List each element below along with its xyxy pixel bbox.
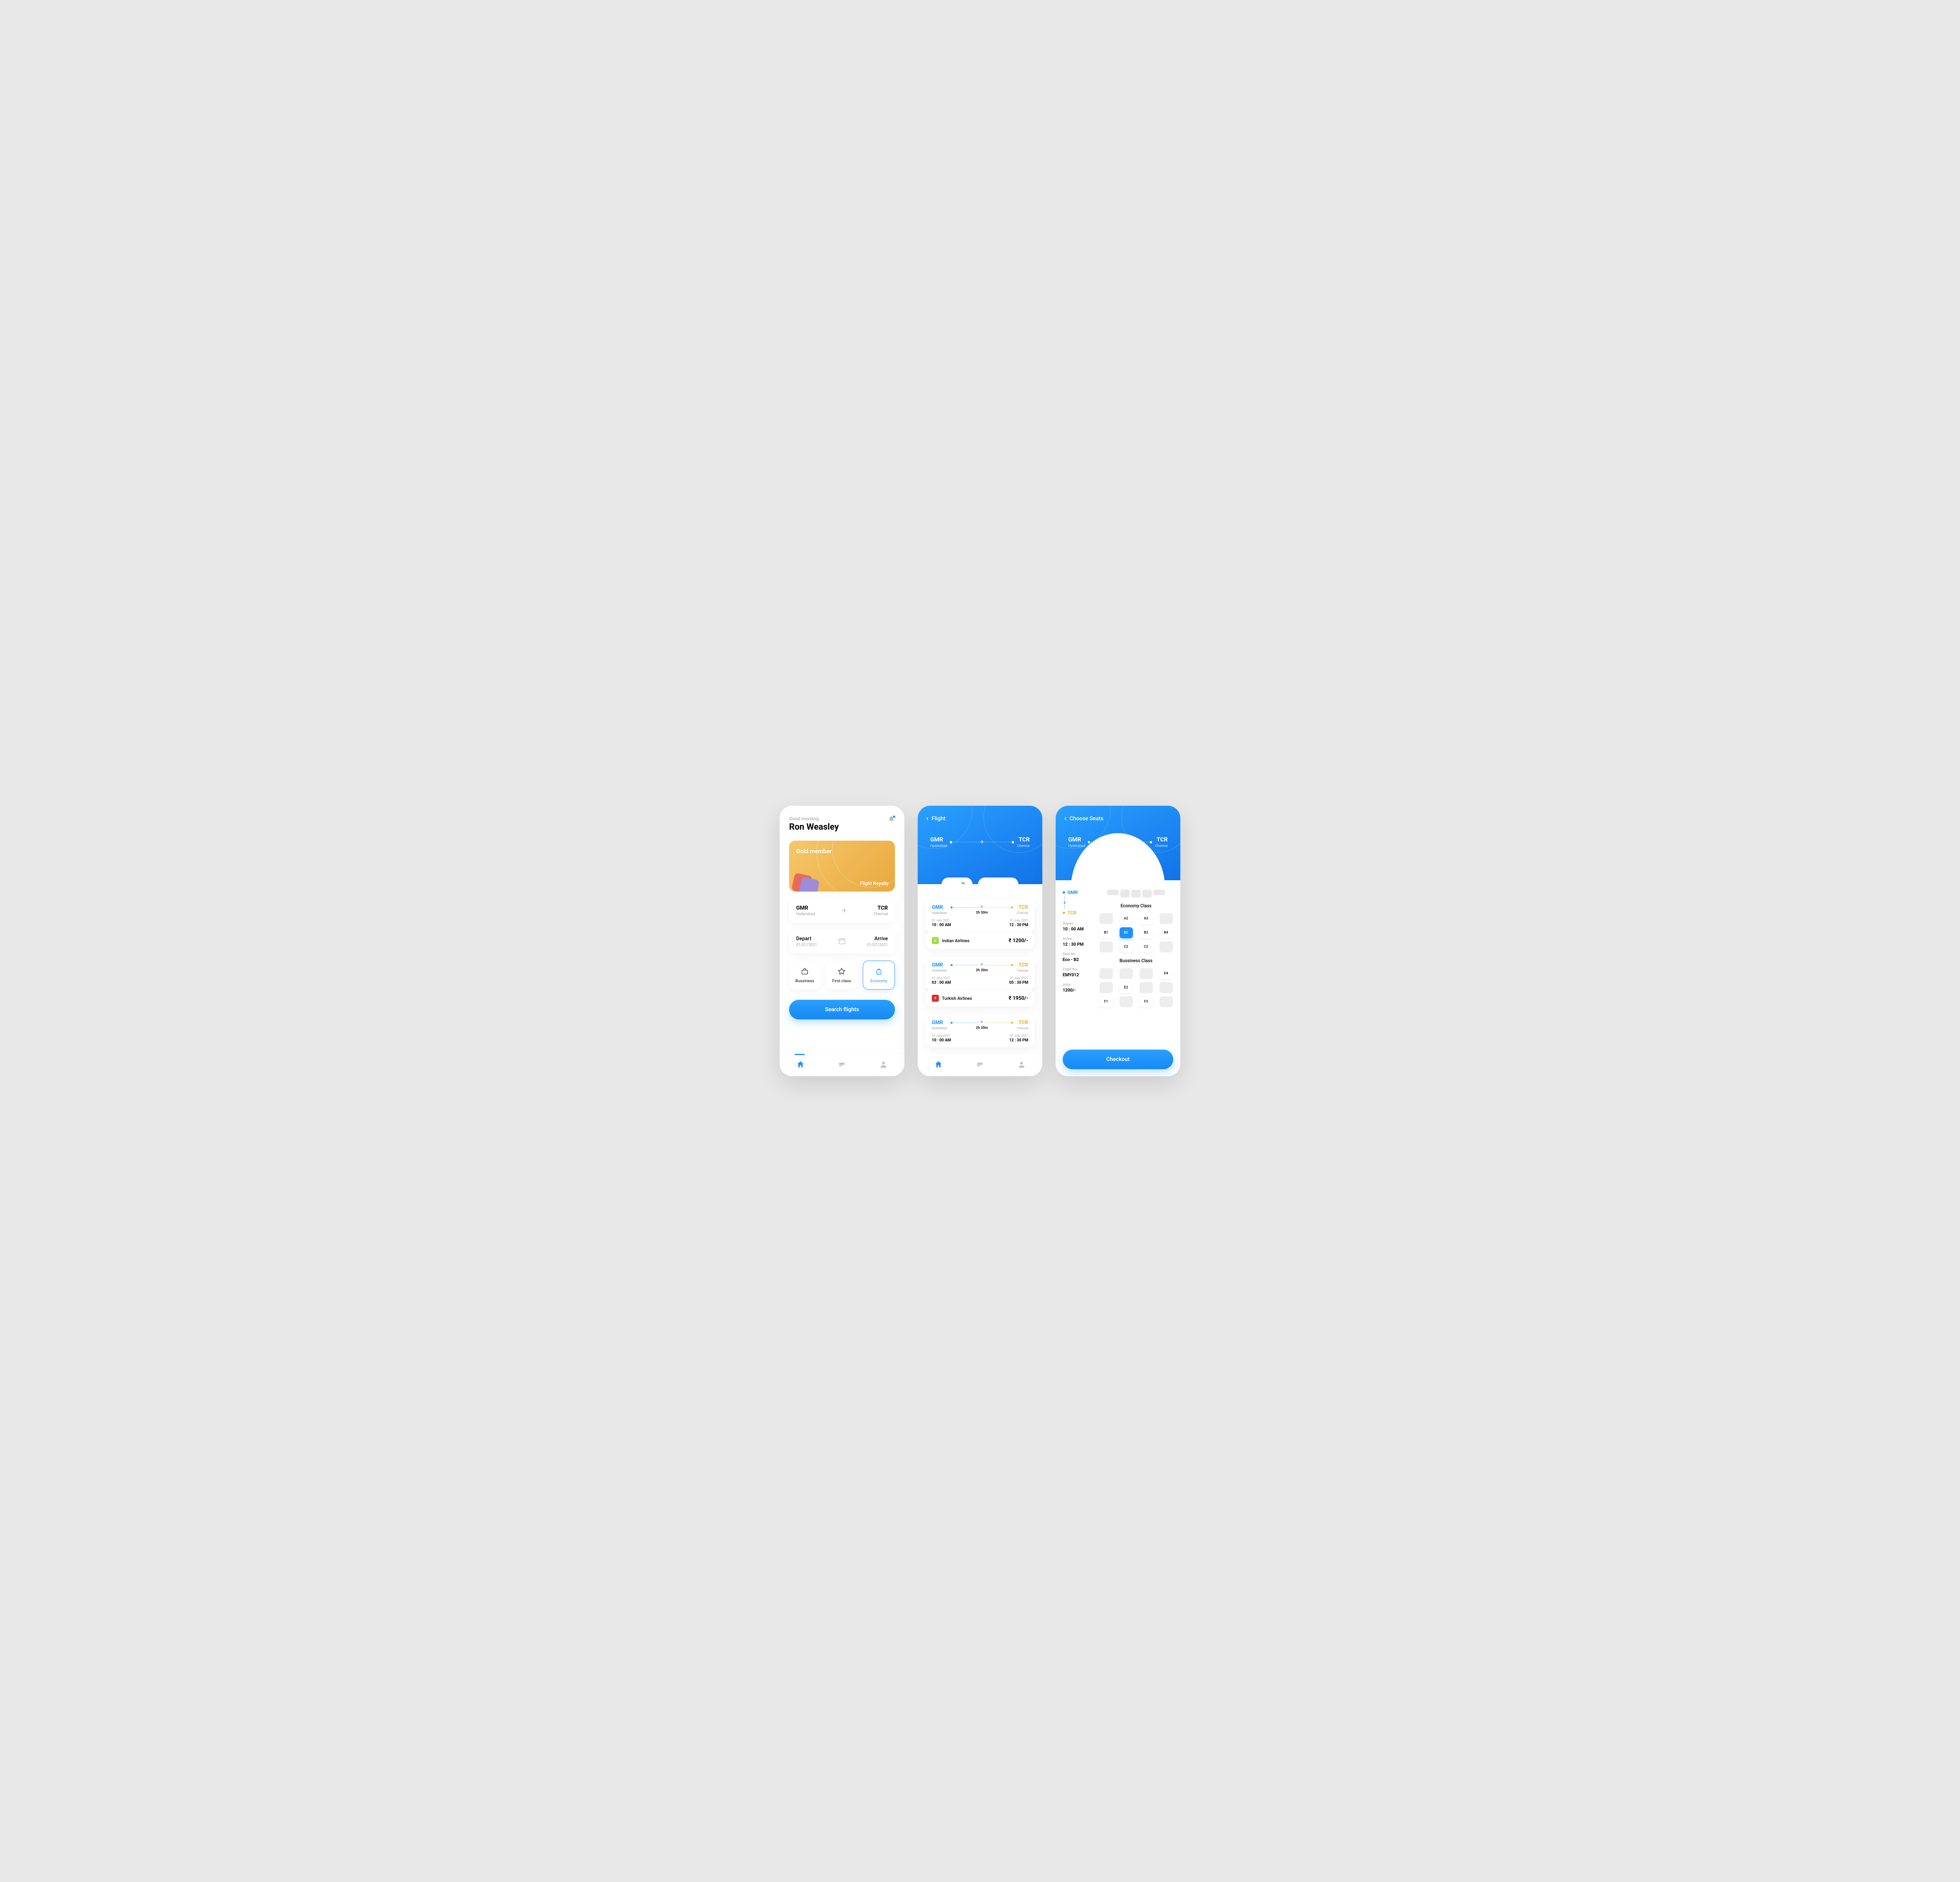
depart-date: 01/07/2021 [796, 943, 817, 947]
seat [1140, 968, 1153, 979]
seat[interactable]: C2 [1140, 941, 1153, 952]
screen-flight-results: ‹ Flight GMR Hyderabad TCR Chennai Filte… [918, 806, 1042, 1076]
bottom-nav [918, 1054, 1042, 1076]
seat[interactable]: E2 [1120, 982, 1133, 993]
economy-title: Economy Class [1099, 903, 1173, 908]
seat[interactable]: B3 [1140, 927, 1153, 938]
result-to-code: TCR [1017, 1020, 1028, 1026]
greeting-text: Good morning [789, 816, 839, 821]
seat [1100, 913, 1113, 924]
seat [1160, 996, 1173, 1007]
info-depart: 10 : 00 AM [1063, 926, 1094, 932]
info-flight: EMY012 [1063, 972, 1094, 977]
calendar-icon [838, 937, 846, 946]
date-card[interactable]: Depart 01/07/2021 Arrive 01/07/2021 [789, 930, 895, 954]
mini-from: GMR [1067, 890, 1078, 895]
nav-profile-icon[interactable] [879, 1060, 888, 1070]
result-duration: 2h 30m [947, 911, 1017, 915]
result-to-code: TCR [1017, 962, 1028, 968]
seat [1120, 996, 1133, 1007]
business-title: Bussiness Class [1099, 958, 1173, 963]
nav-tickets-icon[interactable] [976, 1060, 984, 1070]
info-arrive: 12 : 30 PM [1063, 942, 1094, 947]
bell-icon[interactable] [888, 816, 895, 823]
result-dep-time: 03 : 00 AM [932, 981, 951, 985]
route-card[interactable]: GMR Hyderabad ✈ TCR Chennai [789, 899, 895, 923]
bottom-nav [780, 1054, 904, 1076]
username: Ron Weasley [789, 822, 839, 832]
seat[interactable]: B2 [1120, 927, 1133, 938]
seat[interactable]: C2 [1120, 941, 1133, 952]
from-code: GMR [796, 905, 815, 911]
nav-profile-icon[interactable] [1017, 1060, 1026, 1070]
sliders-icon [961, 881, 965, 884]
plane-icon: ✈ [980, 1020, 984, 1025]
result-duration: 2h 30m [947, 1026, 1017, 1030]
seat [1160, 913, 1173, 924]
result-airline: Indian Airlines [942, 938, 969, 943]
result-card[interactable]: GMRHyderabad ✈2h 30m TCRChennai 01 July,… [926, 957, 1034, 1006]
result-arr-time: 12 : 30 PM [1009, 1038, 1028, 1043]
depart-label: Depart [796, 936, 817, 942]
to-city: Chennai [874, 912, 888, 916]
seat [1100, 982, 1113, 993]
seat[interactable]: A2 [1120, 913, 1133, 924]
result-price: ₹ 1950/- [1009, 995, 1028, 1001]
seat[interactable]: B4 [1160, 927, 1173, 938]
result-to-code: TCR [1017, 905, 1028, 910]
result-from-code: GMR [932, 905, 947, 910]
membership-card[interactable]: Gold member Flight Royalty [789, 841, 895, 892]
class-economy-button[interactable]: Economy [863, 961, 895, 990]
seat [1160, 982, 1173, 993]
result-price: ₹ 1200/- [1009, 938, 1028, 944]
screen-choose-seats: ‹ Choose Seats GMR Hyderabad TCR Chennai… [1056, 806, 1180, 1076]
result-from-code: GMR [932, 1020, 947, 1026]
seat[interactable]: A3 [1140, 913, 1153, 924]
sort-button[interactable]: Sort by : Price [978, 877, 1019, 884]
seat[interactable]: F1 [1100, 996, 1113, 1007]
mini-to: TCR [1067, 910, 1076, 916]
plane-icon: ✈ [980, 905, 984, 909]
result-dep-time: 10 : 00 AM [932, 923, 951, 927]
result-duration: 2h 30m [947, 968, 1017, 972]
search-flights-button[interactable]: Search flights [789, 1000, 895, 1019]
result-arr-time: 12 : 30 PM [1009, 923, 1028, 927]
class-business-button[interactable]: Bussiness [789, 961, 820, 990]
filter-button[interactable]: Filter [942, 877, 973, 884]
from-city: Hyderabad [796, 912, 815, 916]
arrive-label: Arrive [867, 936, 888, 942]
plane-icon: ✈ [1062, 901, 1067, 904]
seat[interactable]: F3 [1140, 996, 1153, 1007]
class-first-button[interactable]: First class [826, 961, 857, 990]
seat [1140, 982, 1153, 993]
plane-icon: ✈ [842, 907, 847, 914]
plane-icon: ✈ [980, 963, 984, 967]
result-card[interactable]: GMRHyderabad ✈2h 30m TCRChennai 01 July,… [926, 1014, 1034, 1047]
arrive-date: 01/07/2021 [867, 943, 888, 947]
membership-program: Flight Royalty [860, 881, 889, 886]
cockpit-graphic [1099, 890, 1173, 897]
nav-tickets-icon[interactable] [838, 1060, 846, 1070]
checkout-button[interactable]: Checkout [1063, 1050, 1173, 1069]
result-airline: Turkish Airlines [942, 996, 972, 1001]
result-card[interactable]: GMRHyderabad ✈2h 30m TCRChennai 01 July,… [926, 899, 1034, 949]
info-seat: Eco - B2 [1063, 957, 1094, 962]
result-arr-time: 05 : 30 PM [1009, 981, 1028, 985]
nav-home-icon[interactable] [934, 1060, 943, 1070]
seat [1100, 968, 1113, 979]
seat[interactable]: B1 [1100, 927, 1113, 938]
seat[interactable]: D4 [1160, 968, 1173, 979]
seat [1120, 968, 1133, 979]
result-dep-time: 10 : 00 AM [932, 1038, 951, 1043]
info-price: 1200/- [1063, 988, 1094, 993]
result-from-code: GMR [932, 962, 947, 968]
seat [1160, 941, 1173, 952]
nav-home-icon[interactable] [796, 1060, 805, 1070]
to-code: TCR [874, 905, 888, 911]
seat [1100, 941, 1113, 952]
screen-home: Good morning Ron Weasley Gold member Fli… [780, 806, 904, 1076]
